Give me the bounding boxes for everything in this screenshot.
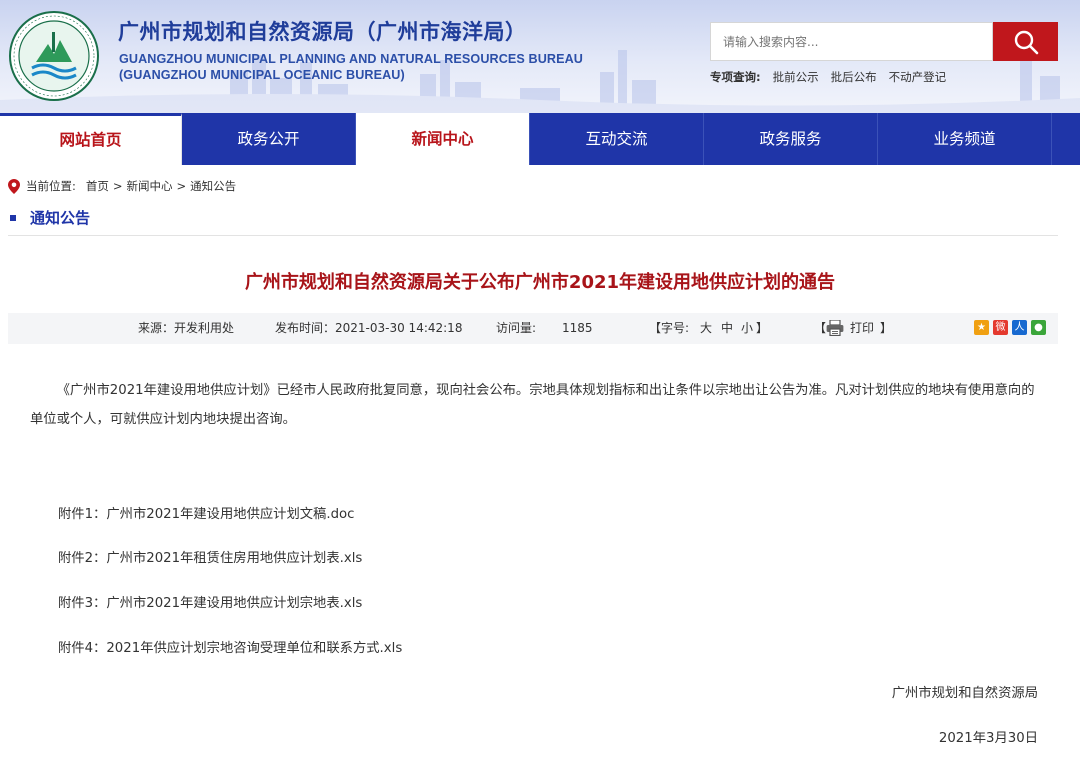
nav-government-services[interactable]: 政务服务 — [704, 113, 878, 165]
attachment-link[interactable]: 附件2：广州市2021年租赁住房用地供应计划表.xls — [58, 547, 362, 566]
print-button[interactable]: 打印 — [850, 313, 874, 344]
renren-icon[interactable]: 人 — [1012, 320, 1027, 335]
section-heading: 通知公告 — [8, 207, 90, 228]
nav-government-affairs[interactable]: 政务公开 — [182, 113, 356, 165]
article-signature: 广州市规划和自然资源局 — [891, 686, 1038, 701]
print-button-icon-wrap[interactable] — [826, 319, 844, 339]
print-open-bracket: 【 — [814, 321, 827, 335]
section-divider — [8, 235, 1058, 236]
font-size-small[interactable]: 小 — [741, 313, 753, 344]
breadcrumb-notices[interactable]: 通知公告 — [190, 178, 236, 194]
wechat-icon[interactable]: ● — [1031, 320, 1046, 335]
article-body: 《广州市2021年建设用地供应计划》已经市人民政府批复同意，现向社会公布。宗地具… — [30, 383, 1035, 427]
font-size-close: 】 — [756, 321, 769, 335]
bureau-seal-logo[interactable] — [8, 10, 100, 102]
nav-business-channel[interactable]: 业务频道 — [878, 113, 1052, 165]
breadcrumb-prefix: 当前位置: — [26, 179, 76, 193]
font-size-label: 【字号: — [649, 321, 690, 335]
site-subtitle-english: (GUANGZHOU MUNICIPAL OCEANIC BUREAU) — [119, 68, 405, 82]
print-close-bracket: 】 — [880, 321, 893, 335]
breadcrumb-separator: > — [176, 179, 187, 193]
search-input[interactable] — [710, 22, 993, 61]
qzone-icon[interactable]: ★ — [974, 320, 989, 335]
quick-links-label: 专项查询: — [710, 70, 761, 84]
breadcrumb-news-center[interactable]: 新闻中心 — [127, 178, 173, 194]
article-publish-time: 发布时间：2021-03-30 14:42:18 — [275, 321, 463, 335]
search-button[interactable] — [993, 22, 1058, 61]
weibo-icon[interactable]: 微 — [993, 320, 1008, 335]
article-date: 2021年3月30日 — [938, 731, 1038, 746]
visits-label: 访问量: — [496, 321, 537, 335]
breadcrumb-separator: > — [112, 179, 123, 193]
main-nav: 网站首页 政务公开 新闻中心 互动交流 政务服务 业务频道 — [0, 113, 1080, 165]
section-bullet — [10, 214, 16, 221]
attachment-link[interactable]: 附件4：2021年供应计划宗地咨询受理单位和联系方式.xls — [58, 637, 402, 656]
search-icon — [1014, 30, 1038, 54]
attachment-link[interactable]: 附件1：广州市2021年建设用地供应计划文稿.doc — [58, 503, 354, 522]
location-pin-icon — [8, 178, 20, 194]
quick-link-pre-approval[interactable]: 批前公示 — [773, 69, 819, 85]
breadcrumb-home[interactable]: 首页 — [86, 178, 109, 194]
font-size-medium[interactable]: 中 — [721, 313, 733, 344]
site-title-english: GUANGZHOU MUNICIPAL PLANNING AND NATURAL… — [119, 52, 583, 66]
breadcrumb: 当前位置: 首页 > 新闻中心 > 通知公告 — [8, 178, 236, 194]
article-source: 来源：开发利用处 — [138, 321, 235, 335]
quick-link-real-estate[interactable]: 不动产登记 — [889, 69, 947, 85]
article-meta-bar: 来源：开发利用处 发布时间：2021-03-30 14:42:18 访问量: 1… — [8, 313, 1058, 344]
printer-icon — [826, 319, 844, 337]
site-header: 广州市规划和自然资源局（广州市海洋局） GUANGZHOU MUNICIPAL … — [0, 0, 1080, 113]
attachment-link[interactable]: 附件3：广州市2021年建设用地供应计划宗地表.xls — [58, 592, 362, 611]
font-size-large[interactable]: 大 — [700, 313, 712, 344]
quick-link-post-approval[interactable]: 批后公布 — [831, 69, 877, 85]
site-title-chinese: 广州市规划和自然资源局（广州市海洋局） — [118, 20, 527, 44]
nav-news-center[interactable]: 新闻中心 — [356, 113, 530, 165]
nav-home[interactable]: 网站首页 — [0, 113, 182, 165]
article-title: 广州市规划和自然资源局关于公布广州市2021年建设用地供应计划的通告 — [244, 272, 836, 293]
section-title: 通知公告 — [30, 209, 91, 227]
nav-tail — [1052, 113, 1080, 165]
visits-count: 1185 — [562, 321, 593, 335]
nav-interaction[interactable]: 互动交流 — [530, 113, 704, 165]
quick-links: 专项查询: 批前公示 批后公布 不动产登记 — [710, 69, 946, 85]
